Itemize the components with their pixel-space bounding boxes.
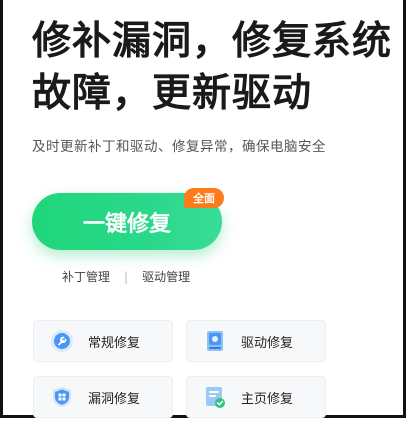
title-line-2: 故障，更新驱动 <box>32 71 313 116</box>
page-title: 修补漏洞，修复系统 故障，更新驱动 <box>32 16 402 120</box>
driver-repair-button[interactable]: 驱动修复 <box>186 320 326 362</box>
homepage-repair-button[interactable]: 主页修复 <box>186 376 326 418</box>
management-links: 补丁管理 | 驱动管理 <box>62 268 190 285</box>
vulnerability-repair-button[interactable]: 漏洞修复 <box>33 376 173 418</box>
page-subtitle: 及时更新补丁和驱动、修复异常，确保电脑安全 <box>32 139 326 155</box>
driver-chip-icon <box>207 331 223 351</box>
link-separator: | <box>124 269 129 284</box>
wrench-icon <box>51 330 73 352</box>
patch-management-link[interactable]: 补丁管理 <box>62 268 110 285</box>
tool-label: 主页修复 <box>241 391 294 407</box>
full-badge: 全面 <box>184 188 224 208</box>
tool-label: 漏洞修复 <box>88 391 141 407</box>
driver-management-link[interactable]: 驱动管理 <box>142 268 190 285</box>
homepage-document-icon <box>206 387 225 408</box>
regular-repair-button[interactable]: 常规修复 <box>33 320 173 362</box>
tool-label: 驱动修复 <box>241 335 294 351</box>
tool-label: 常规修复 <box>88 335 141 351</box>
title-line-1: 修补漏洞，修复系统 <box>32 19 393 64</box>
shield-windows-icon <box>53 387 71 407</box>
